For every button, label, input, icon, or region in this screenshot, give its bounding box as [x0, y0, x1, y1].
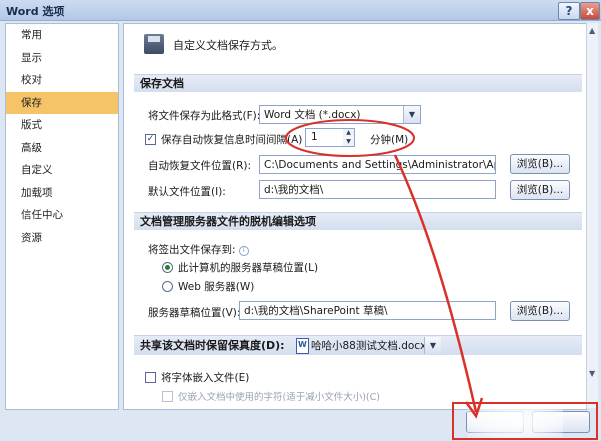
- word-options-dialog: Word 选项 ? x 常用 显示 校对 保存 版式 高级 自定义 加载项 信任…: [0, 0, 601, 441]
- highlight-ellipse: [285, 119, 415, 157]
- red-annotation-overlay: [285, 119, 598, 440]
- annotation-arrow-line: [393, 154, 478, 413]
